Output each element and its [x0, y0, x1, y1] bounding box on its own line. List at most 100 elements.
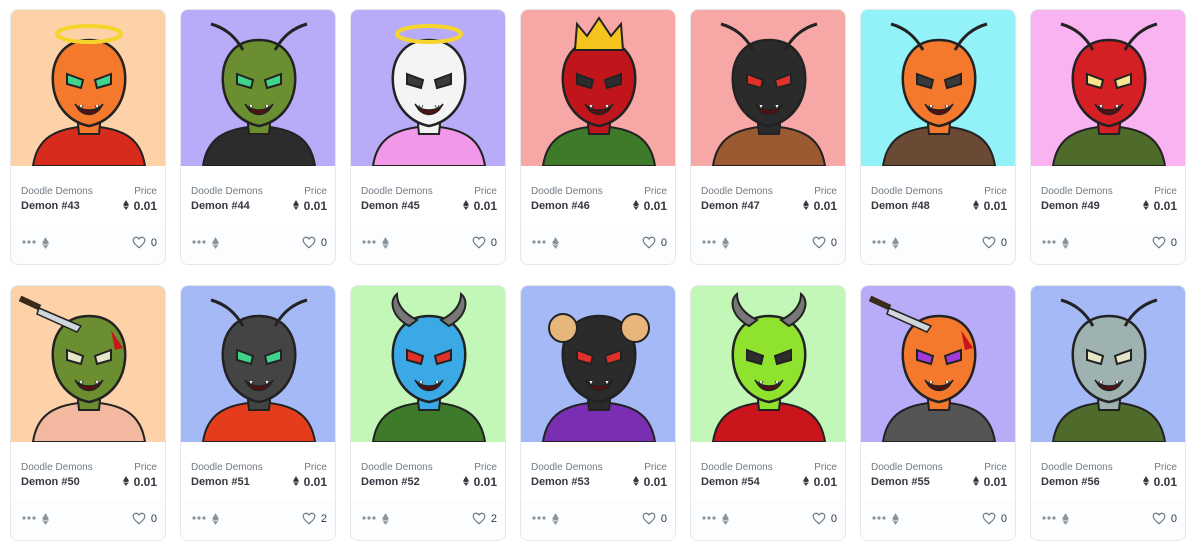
heart-icon [812, 512, 826, 525]
item-name[interactable]: Demon #52 [361, 476, 420, 488]
more-options-icon[interactable] [532, 240, 546, 246]
price-label: Price [644, 462, 667, 473]
price-label: Price [304, 462, 327, 473]
more-options-icon[interactable] [22, 240, 36, 246]
nft-image[interactable] [181, 286, 335, 442]
nft-image[interactable] [691, 286, 845, 442]
collection-name[interactable]: Doodle Demons [871, 186, 955, 197]
more-options-icon[interactable] [1042, 516, 1056, 522]
favorite-button[interactable]: 0 [812, 512, 837, 525]
collection-name[interactable]: Doodle Demons [1041, 462, 1125, 473]
favorite-button[interactable]: 0 [132, 512, 157, 525]
collection-name[interactable]: Doodle Demons [1041, 186, 1125, 197]
collection-name[interactable]: Doodle Demons [871, 462, 955, 473]
nft-card[interactable]: Doodle Demons Price Demon #52 0.01 2 [350, 285, 506, 541]
heart-icon [472, 512, 486, 525]
nft-card[interactable]: Doodle Demons Price Demon #47 0.01 0 [690, 9, 846, 265]
item-name[interactable]: Demon #50 [21, 476, 80, 488]
nft-image[interactable] [351, 10, 505, 166]
nft-image[interactable] [181, 10, 335, 166]
favorite-count: 0 [320, 236, 327, 249]
collection-name[interactable]: Doodle Demons [531, 462, 615, 473]
nft-card[interactable]: Doodle Demons Price Demon #56 0.01 0 [1030, 285, 1186, 541]
nft-image[interactable] [351, 286, 505, 442]
favorite-button[interactable]: 0 [812, 236, 837, 249]
collection-name[interactable]: Doodle Demons [361, 186, 445, 197]
more-options-icon[interactable] [22, 516, 36, 522]
favorite-button[interactable]: 0 [472, 236, 497, 249]
more-options-icon[interactable] [532, 516, 546, 522]
item-name[interactable]: Demon #54 [701, 476, 760, 488]
eth-icon [212, 237, 219, 249]
item-name[interactable]: Demon #45 [361, 200, 420, 212]
favorite-button[interactable]: 0 [302, 236, 327, 249]
item-name[interactable]: Demon #43 [21, 200, 80, 212]
item-name[interactable]: Demon #47 [701, 200, 760, 212]
more-options-icon[interactable] [362, 240, 376, 246]
more-options-icon[interactable] [872, 240, 886, 246]
heart-icon [132, 512, 146, 525]
heart-icon [302, 236, 316, 249]
item-name[interactable]: Demon #53 [531, 476, 590, 488]
card-info: Doodle Demons Price Demon #56 0.01 [1031, 442, 1185, 502]
nft-card[interactable]: Doodle Demons Price Demon #54 0.01 0 [690, 285, 846, 541]
collection-name[interactable]: Doodle Demons [21, 462, 105, 473]
collection-name[interactable]: Doodle Demons [701, 186, 785, 197]
item-name[interactable]: Demon #49 [1041, 200, 1100, 212]
collection-name[interactable]: Doodle Demons [531, 186, 615, 197]
more-options-icon[interactable] [702, 516, 716, 522]
collection-name[interactable]: Doodle Demons [21, 186, 105, 197]
eth-icon [382, 513, 389, 525]
item-name[interactable]: Demon #55 [871, 476, 930, 488]
more-options-icon[interactable] [362, 516, 376, 522]
collection-name[interactable]: Doodle Demons [701, 462, 785, 473]
collection-name[interactable]: Doodle Demons [361, 462, 445, 473]
nft-card[interactable]: Doodle Demons Price Demon #44 0.01 0 [180, 9, 336, 265]
favorite-button[interactable]: 0 [642, 512, 667, 525]
favorite-button[interactable]: 2 [472, 512, 497, 525]
more-options-icon[interactable] [702, 240, 716, 246]
nft-card[interactable]: Doodle Demons Price Demon #51 0.01 2 [180, 285, 336, 541]
favorite-button[interactable]: 0 [1152, 236, 1177, 249]
favorite-button[interactable]: 2 [302, 512, 327, 525]
nft-card[interactable]: Doodle Demons Price Demon #55 0.01 0 [860, 285, 1016, 541]
nft-image[interactable] [691, 10, 845, 166]
favorite-button[interactable]: 0 [132, 236, 157, 249]
nft-image[interactable] [1031, 10, 1185, 166]
item-name[interactable]: Demon #51 [191, 476, 250, 488]
favorite-button[interactable]: 0 [982, 512, 1007, 525]
collection-name[interactable]: Doodle Demons [191, 186, 275, 197]
more-options-icon[interactable] [192, 240, 206, 246]
price-value: 0.01 [122, 475, 157, 489]
favorite-button[interactable]: 0 [1152, 512, 1177, 525]
nft-image[interactable] [11, 286, 165, 442]
nft-card[interactable]: Doodle Demons Price Demon #50 0.01 0 [10, 285, 166, 541]
nft-card[interactable]: Doodle Demons Price Demon #49 0.01 0 [1030, 9, 1186, 265]
more-options-icon[interactable] [192, 516, 206, 522]
item-name[interactable]: Demon #48 [871, 200, 930, 212]
nft-card[interactable]: Doodle Demons Price Demon #45 0.01 0 [350, 9, 506, 265]
item-name[interactable]: Demon #46 [531, 200, 590, 212]
nft-card[interactable]: Doodle Demons Price Demon #53 0.01 0 [520, 285, 676, 541]
card-info: Doodle Demons Price Demon #54 0.01 [691, 442, 845, 502]
favorite-button[interactable]: 0 [982, 236, 1007, 249]
more-options-icon[interactable] [872, 516, 886, 522]
eth-icon [292, 199, 299, 213]
more-options-icon[interactable] [1042, 240, 1056, 246]
item-name[interactable]: Demon #56 [1041, 476, 1100, 488]
price-amount: 0.01 [133, 475, 157, 489]
nft-image[interactable] [521, 286, 675, 442]
eth-icon [632, 199, 639, 213]
nft-card[interactable]: Doodle Demons Price Demon #48 0.01 0 [860, 9, 1016, 265]
nft-image[interactable] [1031, 286, 1185, 442]
nft-card[interactable]: Doodle Demons Price Demon #46 0.01 0 [520, 9, 676, 265]
favorite-button[interactable]: 0 [642, 236, 667, 249]
nft-image[interactable] [11, 10, 165, 166]
item-name[interactable]: Demon #44 [191, 200, 250, 212]
nft-image[interactable] [861, 10, 1015, 166]
favorite-count: 0 [660, 512, 667, 525]
nft-image[interactable] [521, 10, 675, 166]
collection-name[interactable]: Doodle Demons [191, 462, 275, 473]
nft-card[interactable]: Doodle Demons Price Demon #43 0.01 0 [10, 9, 166, 265]
nft-image[interactable] [861, 286, 1015, 442]
